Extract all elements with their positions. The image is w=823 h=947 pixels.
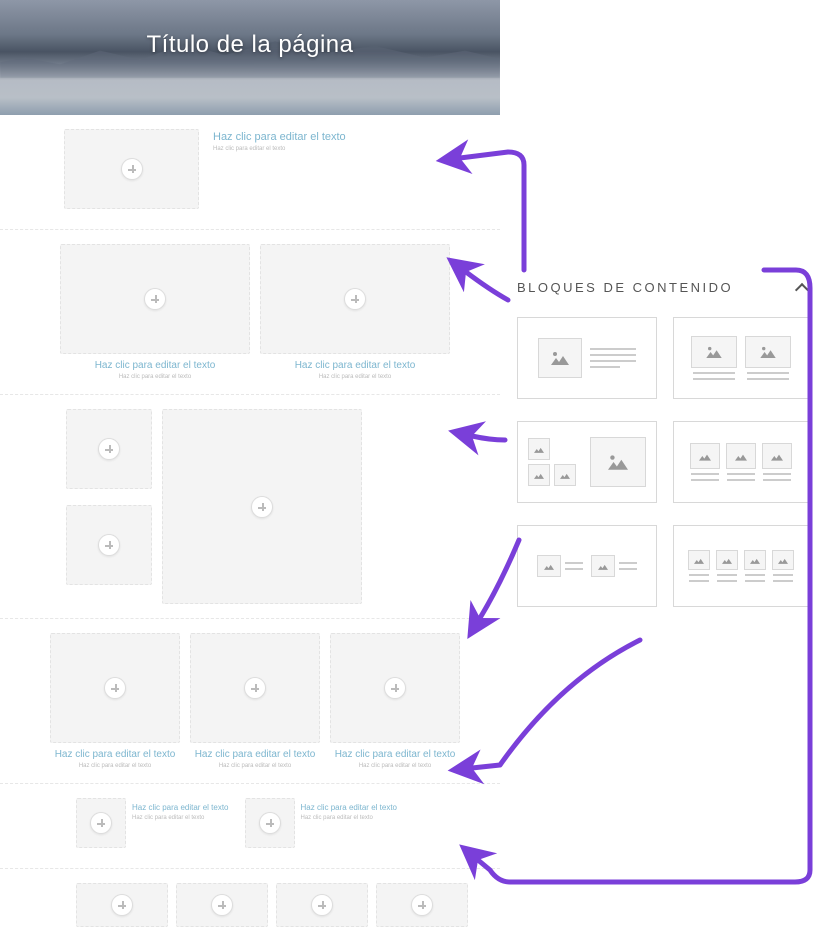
image-placeholder[interactable] [50, 633, 180, 743]
block-template-gallery[interactable] [517, 421, 657, 503]
lines-icon [693, 372, 735, 380]
text-title-placeholder[interactable]: Haz clic para editar el texto [195, 749, 316, 760]
text-title-placeholder[interactable]: Haz clic para editar el texto [335, 749, 456, 760]
lines-icon [773, 574, 793, 582]
plus-icon [259, 812, 281, 834]
lines-icon [747, 372, 789, 380]
lines-icon [745, 574, 765, 582]
page-canvas: Título de la página Haz clic para editar… [0, 0, 500, 947]
text-title-placeholder[interactable]: Haz clic para editar el texto [95, 360, 216, 371]
image-placeholder[interactable] [76, 798, 126, 848]
block-template-three-col[interactable] [673, 421, 809, 503]
text-body-placeholder[interactable]: Haz clic para editar el texto [301, 815, 373, 821]
lines-icon [763, 473, 791, 481]
plus-icon [344, 288, 366, 310]
image-placeholder[interactable] [176, 883, 268, 927]
block-template-image-text[interactable] [517, 317, 657, 399]
image-icon [590, 437, 646, 487]
plus-icon [251, 496, 273, 518]
image-icon [688, 550, 710, 570]
text-body-placeholder[interactable]: Haz clic para editar el texto [132, 815, 204, 821]
plus-icon [104, 677, 126, 699]
section-small-pairs[interactable]: Haz clic para editar el texto Haz clic p… [0, 783, 500, 869]
text-title-placeholder[interactable]: Haz clic para editar el texto [295, 360, 416, 371]
lines-icon [691, 473, 719, 481]
section-img-text[interactable]: Haz clic para editar el texto Haz clic p… [0, 114, 500, 230]
text-title-placeholder[interactable]: Haz clic para editar el texto [301, 803, 398, 812]
hero-banner[interactable]: Título de la página [0, 0, 500, 115]
image-placeholder[interactable] [60, 244, 250, 354]
lines-icon [717, 574, 737, 582]
image-icon [726, 443, 756, 469]
page-title[interactable]: Título de la página [147, 31, 354, 59]
image-placeholder[interactable] [376, 883, 468, 927]
plus-icon [384, 677, 406, 699]
thumbnails-icon [528, 438, 576, 486]
plus-icon [98, 438, 120, 460]
lines-icon [590, 348, 636, 368]
text-title-placeholder[interactable]: Haz clic para editar el texto [55, 749, 176, 760]
text-body-placeholder[interactable]: Haz clic para editar el texto [359, 763, 431, 769]
image-icon [537, 555, 561, 577]
plus-icon [90, 812, 112, 834]
text-title-placeholder[interactable]: Haz clic para editar el texto [213, 131, 346, 143]
image-placeholder[interactable] [76, 883, 168, 927]
text-body-placeholder[interactable]: Haz clic para editar el texto [119, 374, 191, 380]
image-icon [745, 336, 791, 368]
section-four-col[interactable] [0, 868, 500, 947]
section-three-col[interactable]: Haz clic para editar el texto Haz clic p… [0, 618, 500, 784]
content-sections: Haz clic para editar el texto Haz clic p… [0, 114, 500, 947]
image-placeholder[interactable] [190, 633, 320, 743]
image-icon [691, 336, 737, 368]
image-icon [591, 555, 615, 577]
image-placeholder[interactable] [162, 409, 362, 604]
panel-header[interactable]: BLOQUES DE CONTENIDO [517, 280, 809, 295]
image-icon [762, 443, 792, 469]
text-body-placeholder[interactable]: Haz clic para editar el texto [79, 763, 151, 769]
image-placeholder[interactable] [66, 505, 152, 585]
section-two-col[interactable]: Haz clic para editar el texto Haz clic p… [0, 229, 500, 395]
image-placeholder[interactable] [276, 883, 368, 927]
lines-icon [565, 562, 583, 570]
plus-icon [98, 534, 120, 556]
image-placeholder[interactable] [66, 409, 152, 489]
panel-title: BLOQUES DE CONTENIDO [517, 280, 733, 295]
block-templates-grid [517, 317, 809, 607]
image-icon [744, 550, 766, 570]
image-placeholder[interactable] [245, 798, 295, 848]
plus-icon [144, 288, 166, 310]
image-placeholder[interactable] [64, 129, 199, 209]
image-icon [772, 550, 794, 570]
image-placeholder[interactable] [330, 633, 460, 743]
text-body-placeholder[interactable]: Haz clic para editar el texto [219, 763, 291, 769]
lines-icon [619, 562, 637, 570]
section-gallery[interactable] [0, 394, 500, 619]
lines-icon [689, 574, 709, 582]
text-title-placeholder[interactable]: Haz clic para editar el texto [132, 803, 229, 812]
block-template-small-pairs[interactable] [517, 525, 657, 607]
block-template-two-images[interactable] [673, 317, 809, 399]
content-blocks-panel: BLOQUES DE CONTENIDO [503, 266, 823, 621]
text-body-placeholder[interactable]: Haz clic para editar el texto [319, 374, 391, 380]
image-icon [690, 443, 720, 469]
image-icon [716, 550, 738, 570]
plus-icon [121, 158, 143, 180]
image-placeholder[interactable] [260, 244, 450, 354]
plus-icon [244, 677, 266, 699]
chevron-up-icon[interactable] [795, 281, 809, 295]
image-icon [538, 338, 582, 378]
text-body-placeholder[interactable]: Haz clic para editar el texto [213, 146, 285, 152]
block-template-four-col[interactable] [673, 525, 809, 607]
lines-icon [727, 473, 755, 481]
